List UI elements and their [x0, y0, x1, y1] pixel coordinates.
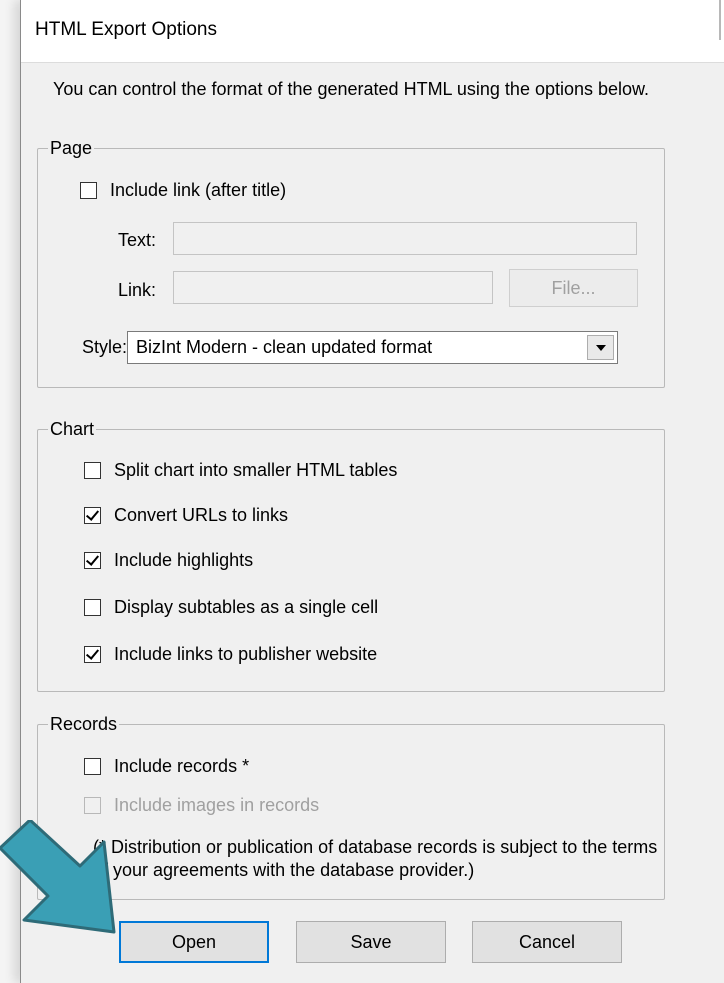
link-label: Link:	[118, 280, 157, 300]
convert-urls-box[interactable]	[84, 507, 101, 524]
publisher-links-checkbox[interactable]: Include links to publisher website	[84, 644, 377, 665]
split-chart-checkbox[interactable]: Split chart into smaller HTML tables	[84, 460, 397, 481]
include-highlights-box[interactable]	[84, 552, 101, 569]
style-label: Style:	[82, 337, 128, 357]
publisher-links-box[interactable]	[84, 646, 101, 663]
include-link-checkbox[interactable]: Include link (after title)	[80, 180, 286, 201]
cancel-button[interactable]: Cancel	[472, 921, 622, 963]
chart-group-legend: Chart	[50, 419, 95, 439]
open-button[interactable]: Open	[119, 921, 269, 963]
file-button[interactable]: File...	[509, 269, 638, 307]
include-link-label: Include link (after title)	[110, 180, 287, 200]
publisher-links-label: Include links to publisher website	[114, 644, 378, 664]
include-records-box[interactable]	[84, 758, 101, 775]
arrow-pointer-shape	[0, 820, 116, 934]
display-subtables-label: Display subtables as a single cell	[114, 597, 379, 617]
include-records-checkbox[interactable]: Include records *	[84, 756, 249, 777]
display-subtables-box[interactable]	[84, 599, 101, 616]
include-records-label: Include records *	[114, 756, 250, 776]
include-link-box[interactable]	[80, 182, 97, 199]
text-field[interactable]	[173, 222, 637, 255]
records-group-legend: Records	[50, 714, 118, 734]
link-field[interactable]	[173, 271, 493, 304]
include-images-checkbox[interactable]: Include images in records	[84, 795, 319, 816]
dialog-title: HTML Export Options	[35, 19, 217, 40]
include-highlights-checkbox[interactable]: Include highlights	[84, 550, 253, 571]
style-select[interactable]: BizInt Modern - clean updated format	[127, 331, 618, 364]
title-bar[interactable]: HTML Export Options	[21, 0, 724, 63]
convert-urls-label: Convert URLs to links	[114, 505, 289, 525]
records-disclaimer: (* Distribution or publication of databa…	[93, 837, 658, 880]
chevron-down-icon[interactable]	[587, 335, 614, 360]
text-label: Text:	[118, 230, 157, 250]
dialog-description: You can control the format of the genera…	[53, 79, 650, 99]
page-group-legend: Page	[50, 138, 93, 158]
include-images-box[interactable]	[84, 797, 101, 814]
display-subtables-checkbox[interactable]: Display subtables as a single cell	[84, 597, 378, 618]
include-highlights-label: Include highlights	[114, 550, 254, 570]
style-select-value: BizInt Modern - clean updated format	[136, 337, 433, 357]
include-images-label: Include images in records	[114, 795, 320, 815]
save-button[interactable]: Save	[296, 921, 446, 963]
window-edge	[719, 0, 721, 40]
split-chart-label: Split chart into smaller HTML tables	[114, 460, 398, 480]
arrow-pointer-icon	[0, 820, 116, 934]
convert-urls-checkbox[interactable]: Convert URLs to links	[84, 505, 288, 526]
split-chart-box[interactable]	[84, 462, 101, 479]
